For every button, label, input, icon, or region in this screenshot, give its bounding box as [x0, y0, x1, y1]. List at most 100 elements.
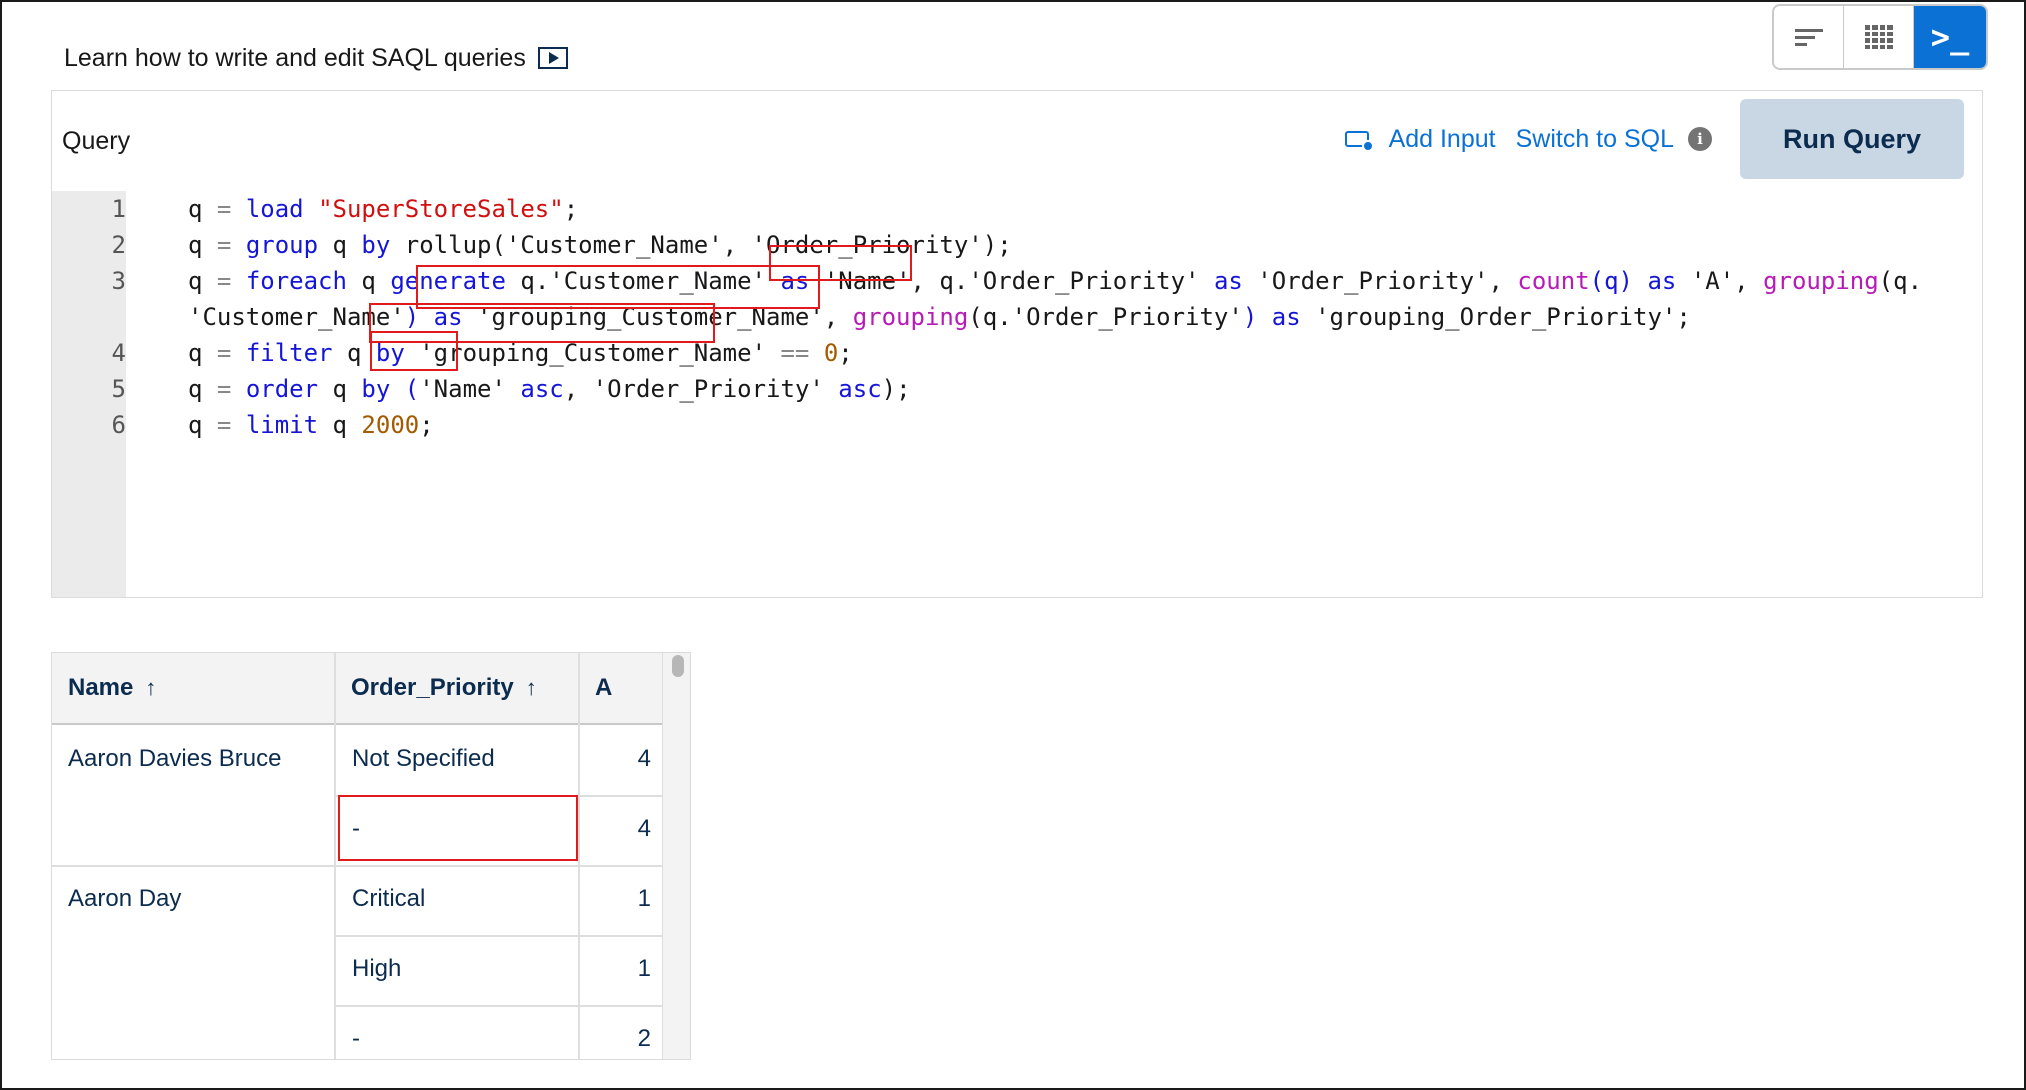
code-token: foreach	[245, 267, 347, 295]
code-token: rollup('Customer_Name', 'Order_Priority'…	[390, 231, 1012, 259]
row-divider	[335, 1005, 663, 1007]
code-token: ;	[419, 411, 434, 439]
line-number: 1	[111, 195, 126, 223]
code-token: 0	[823, 339, 839, 367]
code-token: 'Order_Priority',	[1242, 267, 1518, 295]
code-token: , 'Order_Priority'	[563, 375, 839, 403]
code-token: =	[216, 411, 232, 439]
column-header-label[interactable]: Order_Priority	[351, 674, 514, 702]
code-token: limit	[245, 411, 319, 439]
code-token: 'A',	[1676, 267, 1764, 295]
table-scrollbar[interactable]	[662, 653, 690, 1059]
code-token: as	[1647, 267, 1677, 295]
table-icon	[1864, 25, 1893, 49]
priority-cell: Not Specified	[352, 745, 495, 772]
terminal-icon: >_	[1930, 18, 1970, 56]
count-cell: 1	[637, 885, 651, 912]
play-video-icon[interactable]	[537, 47, 568, 69]
code-token: q	[188, 231, 217, 259]
code-token: q	[188, 339, 217, 367]
column-header-order-priority[interactable]: Order_Priority ↑	[335, 653, 578, 723]
line-number-gutter: 1 2 3 4 5 6	[52, 191, 126, 597]
line-number: 3	[111, 267, 126, 295]
code-token: as	[1213, 267, 1243, 295]
code-token: "SuperStoreSales"	[318, 195, 564, 223]
query-panel-header: Query Add Input Switch to SQL i Run Quer…	[52, 91, 1982, 192]
highlight-rollup-row	[338, 795, 578, 861]
column-header-label[interactable]: Name	[68, 674, 133, 702]
code-token: 2000	[361, 411, 420, 439]
code-line[interactable]: q = order q by ('Name' asc, 'Order_Prior…	[188, 375, 911, 403]
code-token: asc	[838, 375, 882, 403]
code-token: order	[245, 375, 319, 403]
code-token: as	[1271, 303, 1301, 331]
count-cell: 1	[637, 955, 651, 982]
line-number: 5	[111, 375, 126, 403]
switch-to-sql-label[interactable]: Switch to SQL	[1516, 125, 1674, 154]
code-token: (q.'Order_Priority'	[968, 303, 1243, 331]
switch-to-sql-button[interactable]: Switch to SQL i	[1516, 125, 1712, 154]
column-divider	[578, 653, 580, 1059]
code-line[interactable]: q = filter q by 'grouping_Customer_Name'…	[188, 339, 853, 367]
code-token: ==	[780, 339, 810, 367]
code-token: q	[346, 267, 391, 295]
line-number: 4	[111, 339, 126, 367]
learn-saql-text[interactable]: Learn how to write and edit SAQL queries	[64, 44, 526, 73]
sort-ascending-icon[interactable]: ↑	[526, 675, 537, 701]
code-token: =	[216, 339, 232, 367]
sort-icon	[1794, 25, 1823, 50]
add-input-label[interactable]: Add Input	[1389, 125, 1496, 154]
column-divider	[334, 653, 336, 1059]
code-token: =	[216, 375, 232, 403]
code-line[interactable]: q = limit q 2000;	[188, 411, 434, 439]
line-number: 6	[111, 411, 126, 439]
run-query-button[interactable]: Run Query	[1740, 99, 1964, 179]
code-token: ;	[838, 339, 853, 367]
column-header-a[interactable]: A	[579, 653, 662, 723]
code-token: q	[318, 375, 362, 403]
code-token: (q.	[1878, 267, 1923, 295]
code-token: q	[188, 411, 217, 439]
column-header-label[interactable]: A	[595, 674, 612, 702]
table-view-button[interactable]	[1844, 6, 1914, 68]
sort-view-button[interactable]	[1774, 6, 1844, 68]
code-token: count	[1517, 267, 1590, 295]
info-icon[interactable]: i	[1688, 127, 1712, 151]
learn-saql-link[interactable]: Learn how to write and edit SAQL queries	[64, 40, 568, 76]
code-token: 'grouping_Order_Priority';	[1300, 303, 1691, 331]
code-token: 'grouping_Customer_Name'	[404, 339, 781, 367]
code-token: group	[245, 231, 319, 259]
code-token: =	[216, 231, 232, 259]
priority-cell: High	[352, 955, 402, 982]
count-cell: 4	[637, 815, 651, 842]
code-token: q	[318, 231, 362, 259]
code-token: q	[318, 411, 362, 439]
saql-editor[interactable]: 123456 q = load "SuperStoreSales"; q = gr…	[52, 191, 1982, 597]
view-toggle-group: >_	[1772, 4, 1988, 70]
code-token: by	[361, 231, 391, 259]
code-token: asc	[520, 375, 564, 403]
code-line[interactable]: q = load "SuperStoreSales";	[188, 195, 578, 223]
query-view-button[interactable]: >_	[1914, 6, 1986, 68]
code-token: by	[361, 375, 391, 403]
code-token: q	[188, 195, 217, 223]
sort-ascending-icon[interactable]: ↑	[145, 675, 156, 701]
priority-cell: Critical	[352, 885, 426, 912]
line-number: 2	[111, 231, 126, 259]
scrollbar-thumb[interactable]	[672, 655, 684, 677]
code-token: load	[245, 195, 304, 223]
code-token: 'Name'	[419, 375, 521, 403]
name-cell: Aaron Davies Bruce	[68, 745, 282, 772]
code-token: grouping	[852, 303, 969, 331]
code-token: filter	[245, 339, 333, 367]
query-title: Query	[62, 127, 131, 155]
column-header-name[interactable]: Name ↑	[52, 653, 334, 723]
add-input-button[interactable]: Add Input	[1344, 125, 1496, 154]
count-cell: 2	[637, 1025, 651, 1052]
